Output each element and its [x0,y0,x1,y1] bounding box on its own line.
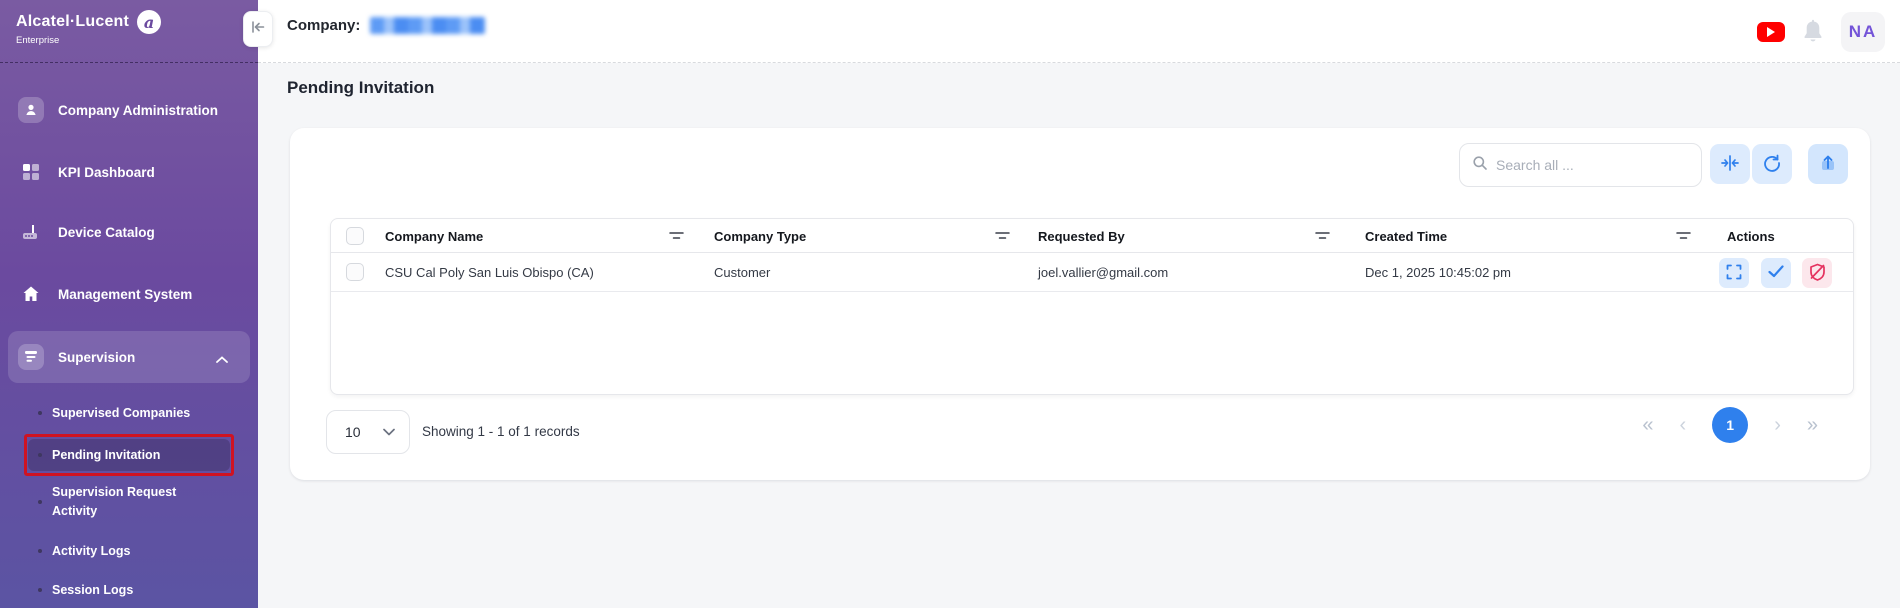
column-header-company-name[interactable]: Company Name [385,219,483,253]
current-page-button[interactable]: 1 [1712,407,1748,443]
column-header-company-type[interactable]: Company Type [714,219,806,253]
search-icon [1472,155,1488,176]
sidebar: Alcatel·Lucent a Enterprise Company Admi… [0,0,258,608]
table-row: CSU Cal Poly San Luis Obispo (CA) Custom… [331,253,1853,292]
approve-invitation-button[interactable] [1761,258,1791,288]
expand-details-button[interactable] [1719,258,1749,288]
records-summary: Showing 1 - 1 of 1 records [422,424,580,439]
notification-bell-icon[interactable] [1801,19,1825,45]
sidebar-item-kpi-dashboard[interactable]: KPI Dashboard [0,159,258,185]
sidebar-subitem-session-logs[interactable]: Session Logs [0,581,258,599]
user-avatar[interactable]: NA [1841,12,1885,52]
pagination-controls: « ‹ 1 › » [1642,407,1818,443]
cell-company-name: CSU Cal Poly San Luis Obispo (CA) [385,253,594,292]
bullet-icon [38,500,42,504]
company-label: Company: [287,17,360,34]
sidebar-subitem-supervised-companies[interactable]: Supervised Companies [0,404,258,422]
router-icon [18,219,44,245]
sidebar-item-device-catalog[interactable]: Device Catalog [0,219,258,245]
company-value-redacted [370,17,485,34]
sidebar-item-label: Management System [58,287,192,302]
sidebar-subitem-label: Supervised Companies [52,404,190,423]
filter-icon[interactable] [669,229,684,247]
table-header-row: Company Name Company Type Requested By C… [331,219,1853,253]
sidebar-subitem-label: Supervision Request Activity [52,483,202,521]
filter-icon[interactable] [1676,229,1691,247]
first-page-button[interactable]: « [1642,415,1653,435]
sidebar-collapse-button[interactable] [243,11,273,47]
topbar: Company: NA [258,0,1900,63]
sidebar-subitem-label: Pending Invitation [52,446,160,465]
filter-icon[interactable] [995,229,1010,247]
sidebar-subitem-label: Session Logs [52,581,133,600]
column-header-created-time[interactable]: Created Time [1365,219,1447,253]
brand-name: Alcatel·Lucent [16,13,129,31]
chevron-down-icon [383,423,395,441]
page-size-select[interactable]: 10 [326,410,410,454]
bullet-icon [38,549,42,553]
next-page-button[interactable]: › [1774,415,1781,435]
row-checkbox[interactable] [346,263,364,281]
cell-requested-by: joel.vallier@gmail.com [1038,253,1168,292]
youtube-icon[interactable] [1757,22,1785,42]
pending-invitation-card: Company Name Company Type Requested By C… [290,128,1870,480]
refresh-icon [1763,154,1781,175]
cell-company-type: Customer [714,253,770,292]
sidebar-item-supervision[interactable]: Supervision [8,331,250,383]
search-input[interactable] [1496,157,1689,173]
refresh-button[interactable] [1752,144,1792,184]
cell-created-time: Dec 1, 2025 10:45:02 pm [1365,253,1511,292]
bullet-icon [38,411,42,415]
sidebar-subitem-supervision-request-activity[interactable]: Supervision Request Activity [0,483,258,521]
brand-logo: Alcatel·Lucent a Enterprise [0,0,258,63]
reject-invitation-button[interactable] [1802,258,1832,288]
select-all-checkbox[interactable] [346,227,364,245]
collapse-arrow-icon [251,20,265,38]
bullet-icon [38,453,42,457]
column-header-actions: Actions [1727,219,1775,253]
grid-icon [18,159,44,185]
chevron-up-icon [216,351,228,369]
sidebar-item-label: Company Administration [58,103,218,118]
previous-page-button[interactable]: ‹ [1680,415,1687,435]
sidebar-item-company-administration[interactable]: Company Administration [0,97,258,123]
shield-slash-icon [1809,263,1826,284]
column-header-requested-by[interactable]: Requested By [1038,219,1125,253]
search-box [1459,143,1702,187]
brand-logo-icon: a [137,10,161,34]
list-badge-icon [18,344,44,370]
sidebar-item-label: KPI Dashboard [58,165,155,180]
brand-subtitle: Enterprise [16,35,242,46]
export-button[interactable] [1808,144,1848,184]
sidebar-item-label: Supervision [58,350,135,365]
filter-icon[interactable] [1315,229,1330,247]
pending-invitations-table: Company Name Company Type Requested By C… [330,218,1854,395]
collapse-columns-icon [1721,155,1739,174]
sidebar-subitem-pending-invitation[interactable]: Pending Invitation [0,446,258,464]
sidebar-item-management-system[interactable]: Management System [0,281,258,307]
user-icon [18,97,44,123]
last-page-button[interactable]: » [1807,415,1818,435]
expand-icon [1726,264,1742,283]
home-icon [18,281,44,307]
sidebar-item-label: Device Catalog [58,225,155,240]
collapse-columns-button[interactable] [1710,144,1750,184]
check-icon [1768,265,1784,281]
page-size-value: 10 [345,424,361,440]
bullet-icon [38,588,42,592]
export-upload-icon [1819,154,1837,175]
sidebar-subitem-activity-logs[interactable]: Activity Logs [0,542,258,560]
main-content: Pending Invitation [258,63,1900,608]
sidebar-subitem-label: Activity Logs [52,542,131,561]
page-title: Pending Invitation [287,78,434,98]
